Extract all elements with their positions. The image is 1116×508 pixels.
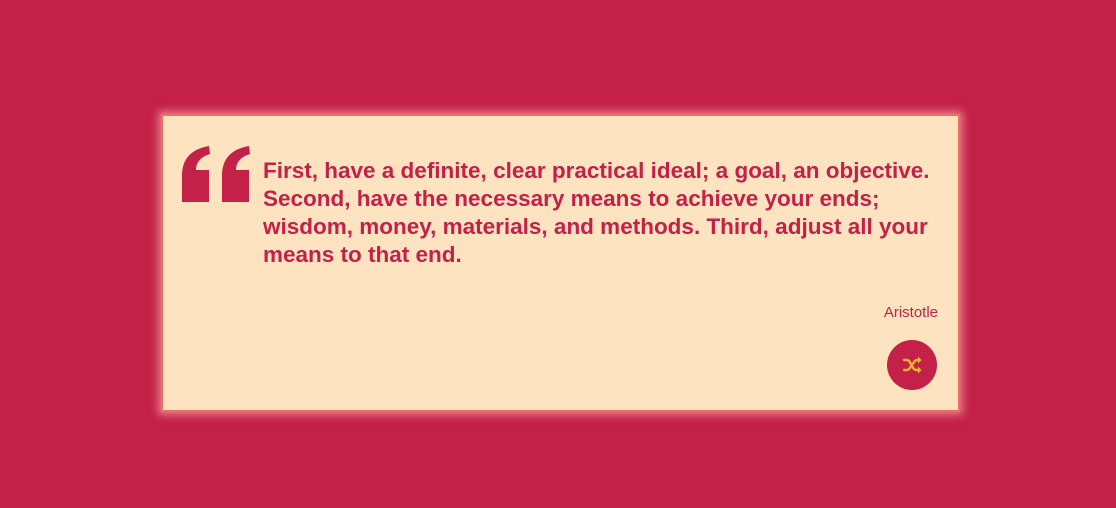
shuffle-icon — [902, 356, 922, 374]
quote-author: Aristotle — [883, 304, 938, 321]
quote-card: First, have a definite, clear practical … — [161, 114, 960, 412]
quote-left-icon — [182, 146, 250, 202]
shuffle-button[interactable] — [887, 340, 937, 390]
quote-text: First, have a definite, clear practical … — [263, 158, 930, 267]
